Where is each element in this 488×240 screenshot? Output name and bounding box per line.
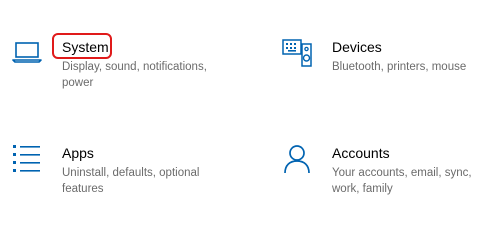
tile-description: Uninstall, defaults, optional features: [62, 167, 200, 195]
tile-system[interactable]: System Display, sound, notifications, po…: [12, 38, 227, 91]
person-icon: [282, 144, 312, 174]
tile-description: Your accounts, email, sync, work, family: [332, 167, 472, 195]
tile-title: Devices: [332, 39, 382, 55]
tile-description: Display, sound, notifications, power: [62, 61, 207, 89]
tile-apps[interactable]: Apps Uninstall, defaults, optional featu…: [12, 144, 227, 197]
tile-title: Apps: [62, 145, 94, 161]
tile-devices[interactable]: Devices Bluetooth, printers, mouse: [282, 38, 466, 75]
tile-title: Accounts: [332, 145, 390, 161]
keyboard-speaker-icon: [282, 38, 312, 68]
apps-list-icon: [12, 144, 42, 174]
tile-title: System: [62, 39, 109, 55]
tile-description: Bluetooth, printers, mouse: [332, 61, 467, 73]
tile-accounts[interactable]: Accounts Your accounts, email, sync, wor…: [282, 144, 482, 197]
laptop-icon: [12, 38, 42, 68]
